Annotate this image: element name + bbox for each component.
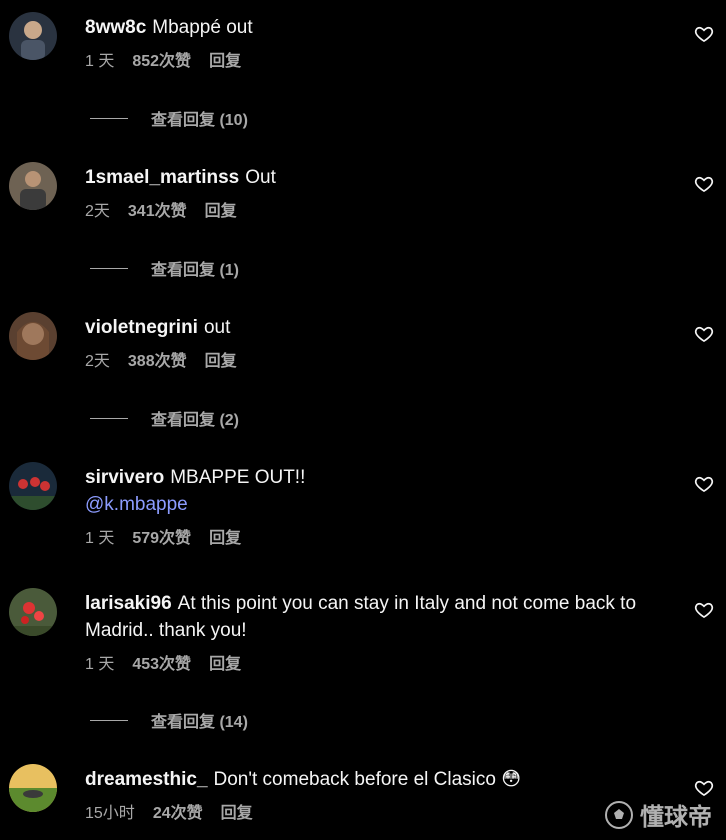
reply-button[interactable]: 回复 bbox=[209, 530, 241, 547]
replies-divider bbox=[90, 417, 128, 419]
comment-message: Out bbox=[245, 167, 276, 188]
view-replies[interactable]: 查看回复 (2) bbox=[90, 406, 239, 430]
view-replies-label[interactable]: 查看回复 (2) bbox=[151, 406, 239, 430]
comment-username[interactable]: 8ww8c bbox=[85, 17, 146, 38]
comment-meta: 2天 388次赞 回复 bbox=[85, 351, 666, 373]
comment-age: 2天 bbox=[85, 353, 110, 370]
comment-meta: 1 天 453次赞 回复 bbox=[85, 654, 666, 676]
soccer-ball-icon bbox=[605, 800, 633, 829]
watermark-text: 懂球帝 bbox=[640, 804, 712, 831]
avatar[interactable] bbox=[9, 312, 57, 360]
comment-text: violetnegrini out bbox=[85, 314, 666, 341]
comment-text: 1smael_martinss Out bbox=[85, 164, 666, 191]
comment-username[interactable]: larisaki96 bbox=[85, 593, 172, 614]
likes-count[interactable]: 388次赞 bbox=[128, 353, 187, 370]
likes-count[interactable]: 453次赞 bbox=[132, 656, 191, 673]
avatar[interactable] bbox=[9, 162, 57, 210]
reply-button[interactable]: 回复 bbox=[209, 53, 241, 70]
comment-username[interactable]: dreamesthic_ bbox=[85, 769, 208, 790]
like-heart-icon[interactable] bbox=[694, 24, 714, 44]
replies-divider bbox=[90, 719, 128, 721]
comment-meta: 1 天 579次赞 回复 bbox=[85, 528, 666, 550]
like-heart-icon[interactable] bbox=[694, 600, 714, 620]
comment-message: Don't comeback before el Clasico 😳 bbox=[213, 769, 522, 790]
view-replies-label[interactable]: 查看回复 (14) bbox=[151, 708, 248, 732]
like-heart-icon[interactable] bbox=[694, 324, 714, 344]
view-replies-label[interactable]: 查看回复 (10) bbox=[151, 106, 248, 130]
likes-count[interactable]: 341次赞 bbox=[128, 203, 187, 220]
comment-age: 1 天 bbox=[85, 656, 115, 673]
comment-username[interactable]: sirvivero bbox=[85, 467, 164, 488]
comment-message: MBAPPE OUT!! bbox=[170, 467, 306, 488]
comment-message: Mbappé out bbox=[152, 17, 253, 38]
reply-button[interactable]: 回复 bbox=[205, 353, 237, 370]
comment-age: 1 天 bbox=[85, 53, 115, 70]
like-heart-icon[interactable] bbox=[694, 778, 714, 798]
view-replies[interactable]: 查看回复 (14) bbox=[90, 708, 248, 732]
comment-text: 8ww8c Mbappé out bbox=[85, 14, 666, 41]
comment-text: larisaki96 At this point you can stay in … bbox=[85, 590, 666, 644]
comment-text: sirvivero MBAPPE OUT!! bbox=[85, 464, 666, 491]
like-heart-icon[interactable] bbox=[694, 474, 714, 494]
likes-count[interactable]: 24次赞 bbox=[153, 805, 203, 822]
comment-age: 15小时 bbox=[85, 805, 135, 822]
avatar[interactable] bbox=[9, 12, 57, 60]
comment-meta: 1 天 852次赞 回复 bbox=[85, 51, 666, 73]
comment-age: 1 天 bbox=[85, 530, 115, 547]
like-heart-icon[interactable] bbox=[694, 174, 714, 194]
view-replies[interactable]: 查看回复 (1) bbox=[90, 256, 239, 280]
replies-divider bbox=[90, 267, 128, 269]
view-replies[interactable]: 查看回复 (10) bbox=[90, 106, 248, 130]
reply-button[interactable]: 回复 bbox=[209, 656, 241, 673]
reply-button[interactable]: 回复 bbox=[221, 805, 253, 822]
comment-username[interactable]: violetnegrini bbox=[85, 317, 198, 338]
comment-message: out bbox=[203, 317, 231, 338]
view-replies-label[interactable]: 查看回复 (1) bbox=[151, 256, 239, 280]
comment-username[interactable]: 1smael_martinss bbox=[85, 167, 239, 188]
reply-button[interactable]: 回复 bbox=[205, 203, 237, 220]
likes-count[interactable]: 579次赞 bbox=[132, 530, 191, 547]
avatar[interactable] bbox=[9, 462, 57, 510]
comment-text: dreamesthic_ Don't comeback before el Cla… bbox=[85, 766, 666, 793]
replies-divider bbox=[90, 117, 128, 119]
comment-meta: 15小时 24次赞 回复 bbox=[85, 803, 666, 825]
likes-count[interactable]: 852次赞 bbox=[132, 53, 191, 70]
comment-meta: 2天 341次赞 回复 bbox=[85, 201, 666, 223]
avatar[interactable] bbox=[9, 764, 57, 812]
comment-age: 2天 bbox=[85, 203, 110, 220]
watermark: 懂球帝 bbox=[604, 797, 712, 832]
mention-link[interactable]: @k.mbappe bbox=[85, 491, 666, 518]
avatar[interactable] bbox=[9, 588, 57, 636]
